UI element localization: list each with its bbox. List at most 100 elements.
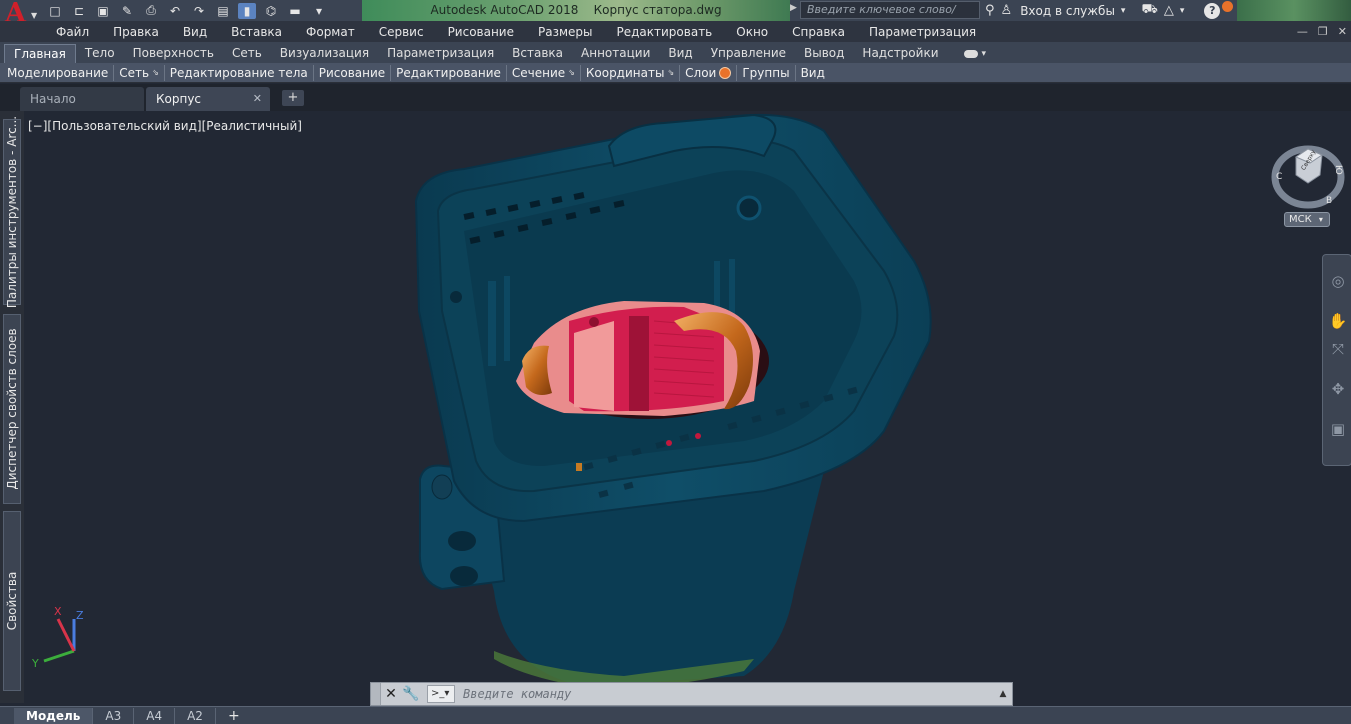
- title-bar: Autodesk AutoCAD 2018 Корпус статора.dwg…: [0, 0, 1351, 32]
- match-icon[interactable]: ▬: [286, 3, 304, 19]
- panel-section[interactable]: Сечение ⇘: [507, 64, 581, 81]
- save-icon[interactable]: ▣: [94, 3, 112, 19]
- tab-annotate[interactable]: Аннотации: [572, 44, 659, 63]
- close-icon[interactable]: ✕: [381, 683, 401, 705]
- panel-coordinates[interactable]: Координаты ⇘: [581, 64, 681, 81]
- minimize-icon[interactable]: —: [1297, 25, 1308, 38]
- ucs-menu[interactable]: МСК ▾: [1284, 212, 1330, 227]
- cart-icon[interactable]: ⛟: [1141, 2, 1157, 19]
- close-icon[interactable]: ✕: [1338, 25, 1347, 38]
- ucs-z-label: Z: [76, 609, 84, 622]
- menu-insert[interactable]: Вставка: [231, 25, 282, 39]
- tab-layout-a4[interactable]: A4: [134, 707, 176, 724]
- a360-icon[interactable]: △: [1164, 3, 1174, 18]
- menu-window[interactable]: Окно: [736, 25, 768, 39]
- save-as-icon[interactable]: ✎: [118, 3, 136, 19]
- history-expand-icon[interactable]: ▲: [994, 689, 1012, 699]
- notification-icon[interactable]: [1222, 1, 1234, 12]
- menu-modify[interactable]: Редактировать: [617, 25, 713, 39]
- close-icon[interactable]: ✕: [253, 87, 262, 111]
- tab-parametric[interactable]: Параметризация: [378, 44, 503, 63]
- menu-view[interactable]: Вид: [183, 25, 207, 39]
- menu-draw[interactable]: Рисование: [448, 25, 514, 39]
- layer-properties-tab[interactable]: Диспетчер свойств слоев: [3, 314, 21, 504]
- redo-icon[interactable]: ↷: [190, 3, 208, 19]
- open-icon[interactable]: ⊏: [70, 3, 88, 19]
- menu-tools[interactable]: Сервис: [379, 25, 424, 39]
- tab-drawing[interactable]: Корпус статора* ✕: [146, 87, 270, 130]
- view-controls-label[interactable]: [−][Пользовательский вид][Реалистичный]: [28, 119, 302, 133]
- zoom-extents-icon[interactable]: ⤧: [1328, 339, 1348, 359]
- new-tab-button[interactable]: +: [282, 90, 304, 106]
- search-expand-icon[interactable]: ▶: [790, 3, 797, 13]
- panel-modify[interactable]: Редактирование: [391, 64, 507, 81]
- tab-start[interactable]: Начало: [20, 87, 144, 111]
- panel-layers[interactable]: Слои: [680, 64, 738, 81]
- navigation-bar: ◎ ✋ ⤧ ✥ ▣: [1322, 254, 1351, 466]
- binoculars-icon[interactable]: ⚲: [985, 3, 995, 18]
- properties-icon[interactable]: ⌬: [262, 3, 280, 19]
- tool-palettes-tab[interactable]: Палитры инструментов - Arc...: [3, 116, 21, 308]
- new-file-icon[interactable]: □: [46, 3, 64, 19]
- layer-icon[interactable]: ▮: [238, 2, 256, 19]
- login-button[interactable]: Вход в службы: [1020, 4, 1115, 18]
- restore-icon[interactable]: ❐: [1318, 25, 1328, 38]
- tab-output[interactable]: Вывод: [795, 44, 853, 63]
- tab-addins[interactable]: Надстройки: [853, 44, 947, 63]
- tab-solid[interactable]: Тело: [76, 44, 124, 63]
- help-icon[interactable]: ?: [1204, 2, 1221, 19]
- tab-visualize[interactable]: Визуализация: [271, 44, 378, 63]
- command-line-grip[interactable]: [371, 683, 381, 705]
- menu-file[interactable]: Файл: [56, 25, 89, 39]
- panel-view[interactable]: Вид: [796, 65, 830, 81]
- menu-parametric[interactable]: Параметризация: [869, 25, 976, 39]
- showmotion-icon[interactable]: ▣: [1328, 419, 1348, 439]
- print-icon[interactable]: ⎙: [142, 3, 160, 19]
- panel-solid-editing[interactable]: Редактирование тела: [165, 64, 314, 81]
- panel-groups[interactable]: Группы: [737, 64, 796, 81]
- menu-format[interactable]: Формат: [306, 25, 355, 39]
- ucs-x-label: X: [54, 605, 62, 618]
- panel-mesh[interactable]: Сеть ⇘: [114, 64, 165, 81]
- command-input[interactable]: Введите команду: [455, 683, 994, 705]
- menu-edit[interactable]: Правка: [113, 25, 159, 39]
- viewcube[interactable]: Сверху С Ю В: [1270, 135, 1346, 211]
- expand-icon[interactable]: ⇘: [152, 65, 159, 81]
- tab-surface[interactable]: Поверхность: [124, 44, 223, 63]
- add-layout-button[interactable]: +: [216, 708, 252, 724]
- qat-menu-icon[interactable]: ▾: [310, 3, 328, 19]
- menu-dimension[interactable]: Размеры: [538, 25, 593, 39]
- panel-label: Редактирование тела: [169, 65, 308, 80]
- steering-wheel-icon[interactable]: ◎: [1328, 271, 1348, 291]
- panel-modeling[interactable]: Моделирование: [2, 64, 115, 81]
- expand-icon[interactable]: ⇘: [667, 65, 674, 81]
- panel-label: Группы: [742, 65, 790, 80]
- orbit-icon[interactable]: ✥: [1328, 379, 1348, 399]
- tab-mesh[interactable]: Сеть: [223, 44, 271, 63]
- pan-icon[interactable]: ✋: [1328, 311, 1348, 331]
- tab-manage[interactable]: Управление: [702, 44, 795, 63]
- tab-layout-a3[interactable]: A3: [93, 707, 135, 724]
- chevron-down-icon[interactable]: ▾: [1121, 6, 1126, 16]
- ribbon-display-toggle[interactable]: ▾: [948, 44, 986, 63]
- undo-icon[interactable]: ↶: [166, 3, 184, 19]
- properties-tab[interactable]: Свойства: [3, 511, 21, 691]
- screw-boss: [736, 195, 762, 221]
- tab-layout-a2[interactable]: A2: [175, 707, 216, 724]
- tab-view[interactable]: Вид: [659, 44, 701, 63]
- customize-icon[interactable]: 🔧: [401, 683, 421, 705]
- chevron-down-icon[interactable]: ▾: [1180, 6, 1185, 16]
- menu-help[interactable]: Справка: [792, 25, 845, 39]
- search-input[interactable]: Введите ключевое слово/фразу: [800, 1, 980, 32]
- tab-model[interactable]: Модель: [14, 707, 94, 724]
- expand-icon[interactable]: ⇘: [568, 65, 575, 81]
- tab-insert[interactable]: Вставка: [503, 44, 572, 63]
- red-marker: [695, 433, 701, 439]
- panel-draw[interactable]: Рисование: [314, 64, 392, 81]
- drawing-viewport[interactable]: [−][Пользовательский вид][Реалистичный] …: [24, 111, 1351, 703]
- workspace-icon[interactable]: ▤: [214, 3, 232, 19]
- tab-home[interactable]: Главная: [4, 44, 76, 63]
- ucs-label: МСК: [1289, 214, 1312, 225]
- user-icon[interactable]: ♙: [1001, 3, 1013, 18]
- command-prompt-icon[interactable]: >_▾: [427, 685, 455, 703]
